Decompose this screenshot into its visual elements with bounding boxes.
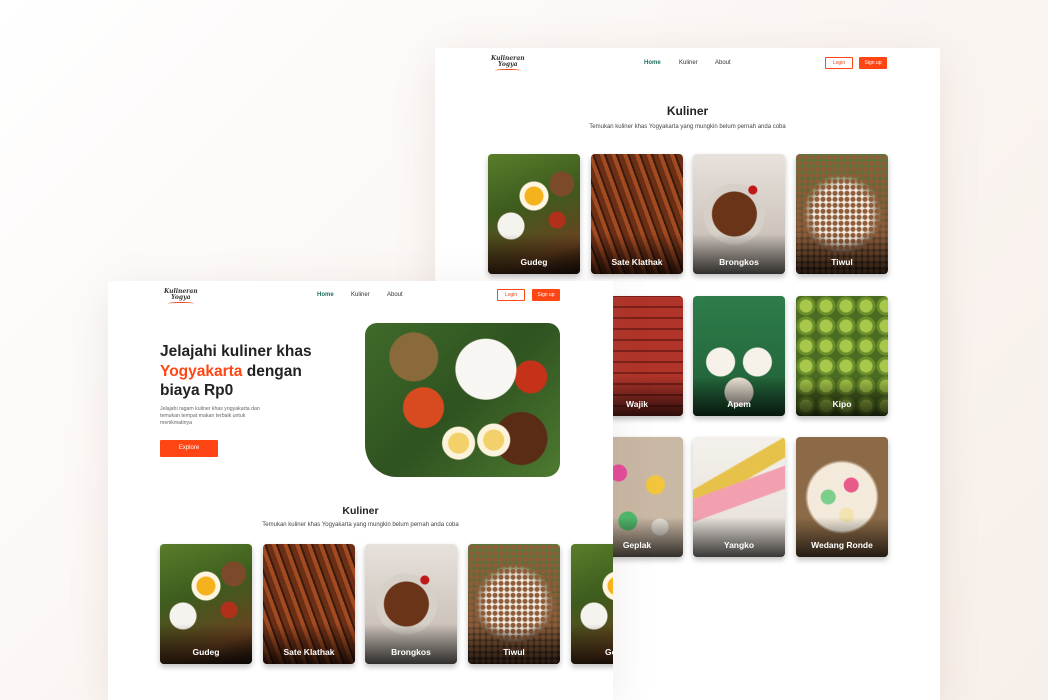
navbar: Kulineran Yogya Home Kuliner About Login… [435,48,940,78]
nav-kuliner[interactable]: Kuliner [351,292,370,298]
food-card-apem[interactable]: Apem [693,296,785,416]
food-name: Kipo [832,399,852,409]
food-name: Gudeg [520,257,548,267]
nav-home[interactable]: Home [317,292,334,298]
login-button[interactable]: Login [497,289,525,301]
section-subtitle: Temukan kuliner khas Yogyakarta yang mun… [589,124,786,130]
food-name: Sate Klathak [611,257,663,267]
nav-about[interactable]: About [387,292,403,298]
hero-food-image [365,323,560,477]
food-card-yangko[interactable]: Yangko [693,437,785,557]
food-card-kipo[interactable]: Kipo [796,296,888,416]
home-page-preview: Kulineran Yogya Home Kuliner About Login… [108,281,613,700]
brand-logo[interactable]: Kulineran Yogya [164,289,198,305]
food-card-gudeg[interactable]: Gudeg [488,154,580,274]
food-card-sate-klathak[interactable]: Sate Klathak [591,154,683,274]
navbar: Kulineran Yogya Home Kuliner About Login… [108,281,613,311]
food-card-tiwul[interactable]: Tiwul [468,544,560,664]
food-name: Yangko [723,540,755,550]
food-name: Apem [727,399,751,409]
hero-title: Jelajahi kuliner khas Yogyakarta dengan … [160,342,330,401]
explore-button[interactable]: Explore [160,440,218,457]
food-name: Brongkos [391,647,431,657]
hero-title-part1: Jelajahi kuliner khas [160,343,312,360]
brand-logo[interactable]: Kulineran Yogya [491,56,525,72]
food-card-tiwul[interactable]: Tiwul [796,154,888,274]
hero-title-accent: Yogyakarta [160,362,243,380]
food-name: Sate Klathak [283,647,335,657]
signup-button[interactable]: Sign up [859,57,887,69]
food-card-partial[interactable]: Ge [571,544,613,664]
food-card-wedang-ronde[interactable]: Wedang Ronde [796,437,888,557]
food-card-gudeg[interactable]: Gudeg [160,544,252,664]
logo-swash-icon [494,69,521,72]
food-name: Ge [605,647,613,657]
hero-description: Jelajahi ragam kuliner khas yogyakarta d… [160,406,260,426]
logo-swash-icon [167,302,194,305]
food-card-brongkos[interactable]: Brongkos [365,544,457,664]
food-name: Tiwul [503,647,525,657]
food-name: Brongkos [719,257,759,267]
signup-button[interactable]: Sign up [532,289,560,301]
nav-kuliner[interactable]: Kuliner [679,60,698,66]
section-title: Kuliner [666,104,709,118]
food-name: Wedang Ronde [811,540,873,550]
login-button[interactable]: Login [825,57,853,69]
food-name: Gudeg [192,647,220,657]
brand-line2: Yogya [171,294,191,301]
nav-about[interactable]: About [715,60,731,66]
food-card-brongkos[interactable]: Brongkos [693,154,785,274]
brand-line2: Yogya [498,61,518,68]
nav-home[interactable]: Home [644,60,661,66]
section-subtitle: Temukan kuliner khas Yogyakarta yang mun… [262,522,459,528]
food-card-sate-klathak[interactable]: Sate Klathak [263,544,355,664]
food-name: Tiwul [831,257,853,267]
section-title: Kuliner [342,505,379,517]
